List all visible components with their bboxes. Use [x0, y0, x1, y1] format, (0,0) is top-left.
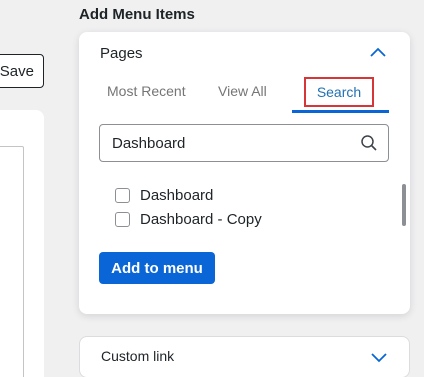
tab-view-all[interactable]: View All — [218, 83, 267, 99]
left-column: Save — [0, 0, 60, 377]
list-item[interactable]: Dashboard - Copy — [115, 211, 262, 228]
add-to-menu-button[interactable]: Add to menu — [99, 252, 215, 284]
list-item-label: Dashboard — [140, 187, 214, 204]
chevron-down-icon[interactable] — [370, 351, 388, 365]
chevron-up-icon[interactable] — [369, 45, 387, 59]
search-input-value: Dashboard — [112, 135, 186, 152]
active-tab-indicator — [292, 110, 389, 113]
section-heading: Add Menu Items — [79, 6, 195, 23]
save-button[interactable]: Save — [0, 54, 44, 88]
custom-link-panel[interactable]: Custom link — [79, 336, 410, 377]
tab-most-recent[interactable]: Most Recent — [107, 83, 186, 99]
search-icon — [361, 135, 377, 151]
scrollbar[interactable] — [402, 184, 406, 226]
search-input[interactable]: Dashboard — [99, 124, 389, 162]
pages-panel-title[interactable]: Pages — [100, 45, 143, 62]
list-item-label: Dashboard - Copy — [140, 211, 262, 228]
menu-structure-area — [0, 146, 24, 377]
tab-search[interactable]: Search — [304, 77, 374, 107]
checkbox[interactable] — [115, 212, 130, 227]
list-item[interactable]: Dashboard — [115, 187, 213, 204]
pages-panel: Pages Most Recent View All Search Dashbo… — [79, 32, 410, 314]
checkbox[interactable] — [115, 188, 130, 203]
custom-link-title[interactable]: Custom link — [101, 348, 174, 364]
